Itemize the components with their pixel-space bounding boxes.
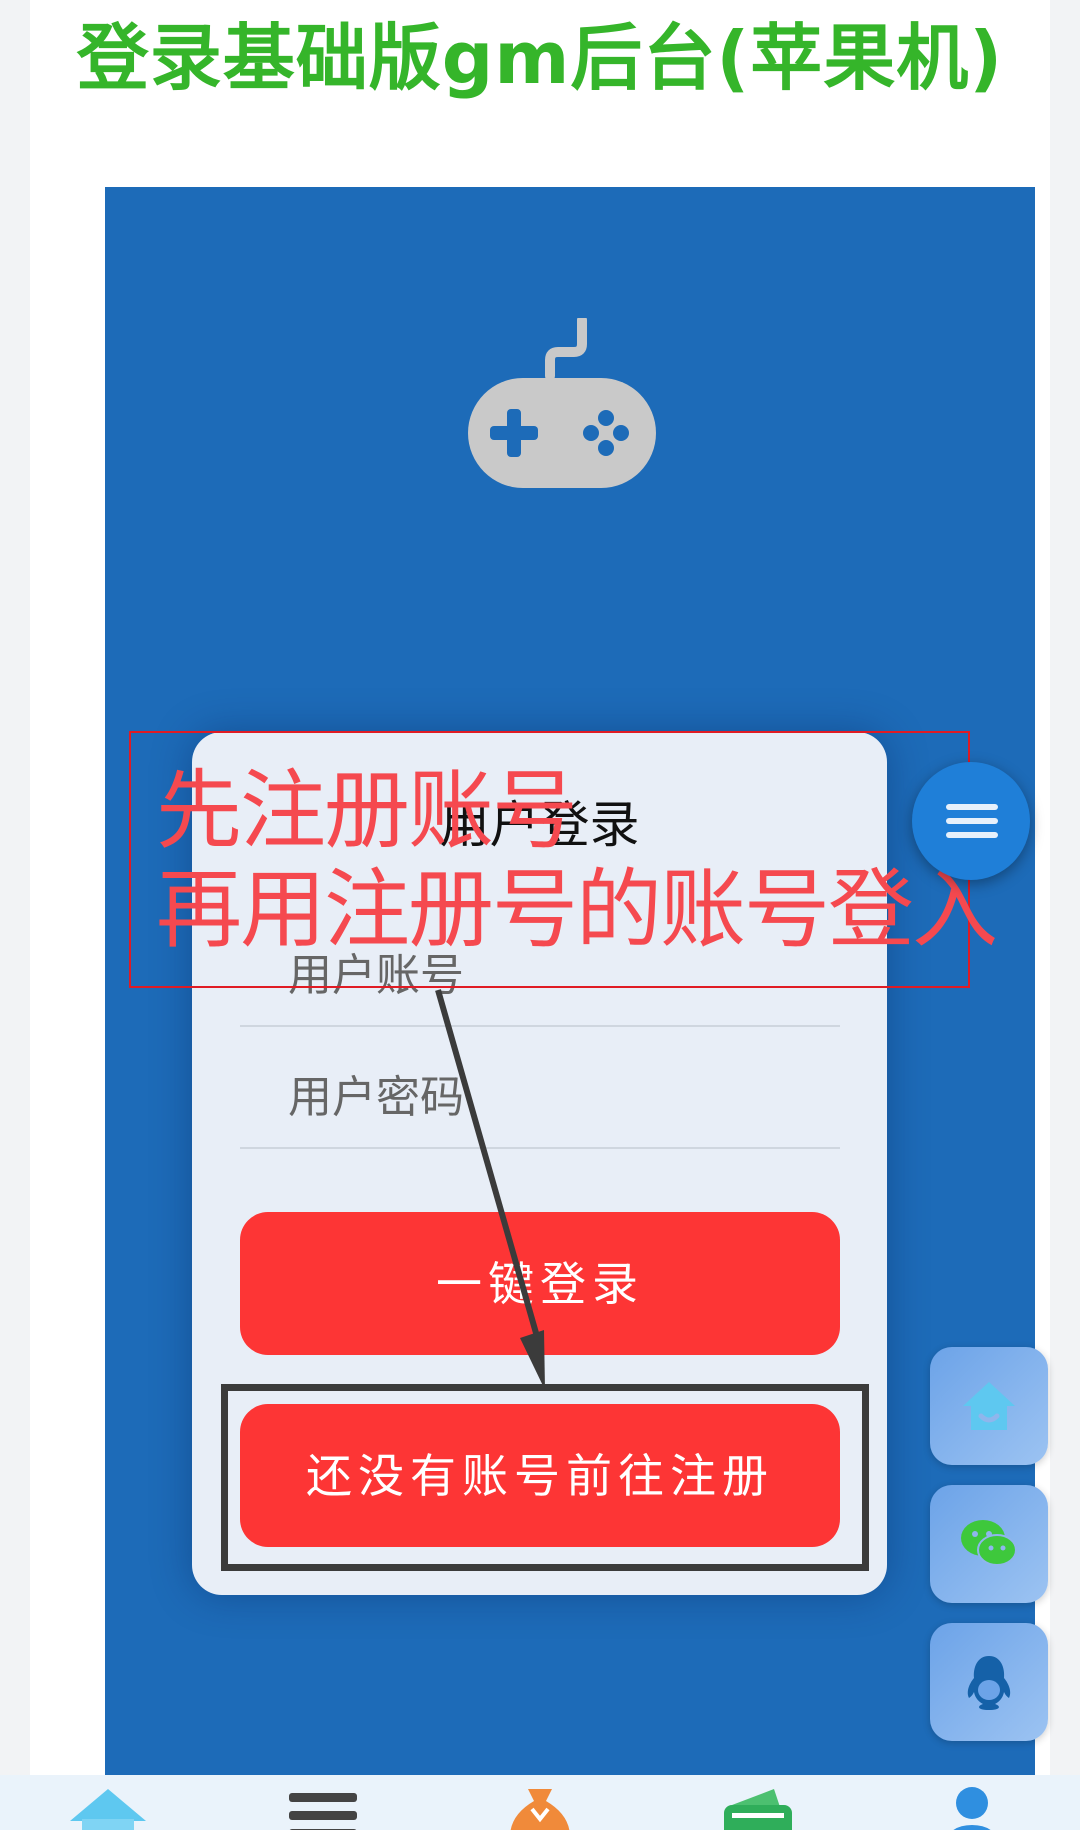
- password-field-wrapper: [240, 1047, 840, 1149]
- list-icon: [289, 1793, 357, 1830]
- annotation-text-2: 再用注册号的账号登入: [156, 860, 998, 960]
- annotation-box: 先注册账号 再用注册号的账号登入: [129, 731, 998, 988]
- side-wechat-button[interactable]: [930, 1485, 1048, 1603]
- menu-button[interactable]: [912, 762, 1030, 880]
- wechat-icon: [961, 1520, 1017, 1566]
- menu-icon: [946, 804, 998, 810]
- home-icon: [963, 1382, 1015, 1430]
- nav-wallet[interactable]: [718, 1785, 798, 1830]
- register-highlight-box: [221, 1384, 869, 1571]
- password-input[interactable]: [240, 1047, 840, 1147]
- annotation-text-1: 先注册账号: [156, 761, 578, 861]
- wallet-icon: [724, 1789, 792, 1830]
- menu-icon-bar: [946, 832, 998, 838]
- money-bag-icon: [510, 1789, 570, 1830]
- qq-icon: [967, 1656, 1011, 1710]
- page-title: 登录基础版gm后台(苹果机): [76, 16, 1004, 100]
- login-button[interactable]: 一键登录: [240, 1212, 840, 1355]
- gamepad-icon: [468, 318, 656, 488]
- bottom-nav: [0, 1775, 1080, 1830]
- nav-money-bag[interactable]: [500, 1785, 580, 1830]
- home-icon: [70, 1789, 146, 1830]
- side-qq-button[interactable]: [930, 1623, 1048, 1741]
- user-icon: [953, 1787, 991, 1830]
- nav-user[interactable]: [932, 1785, 1012, 1830]
- nav-list[interactable]: [283, 1785, 363, 1830]
- side-home-button[interactable]: [930, 1347, 1048, 1465]
- nav-home[interactable]: [68, 1785, 148, 1830]
- menu-icon-bar: [946, 818, 998, 824]
